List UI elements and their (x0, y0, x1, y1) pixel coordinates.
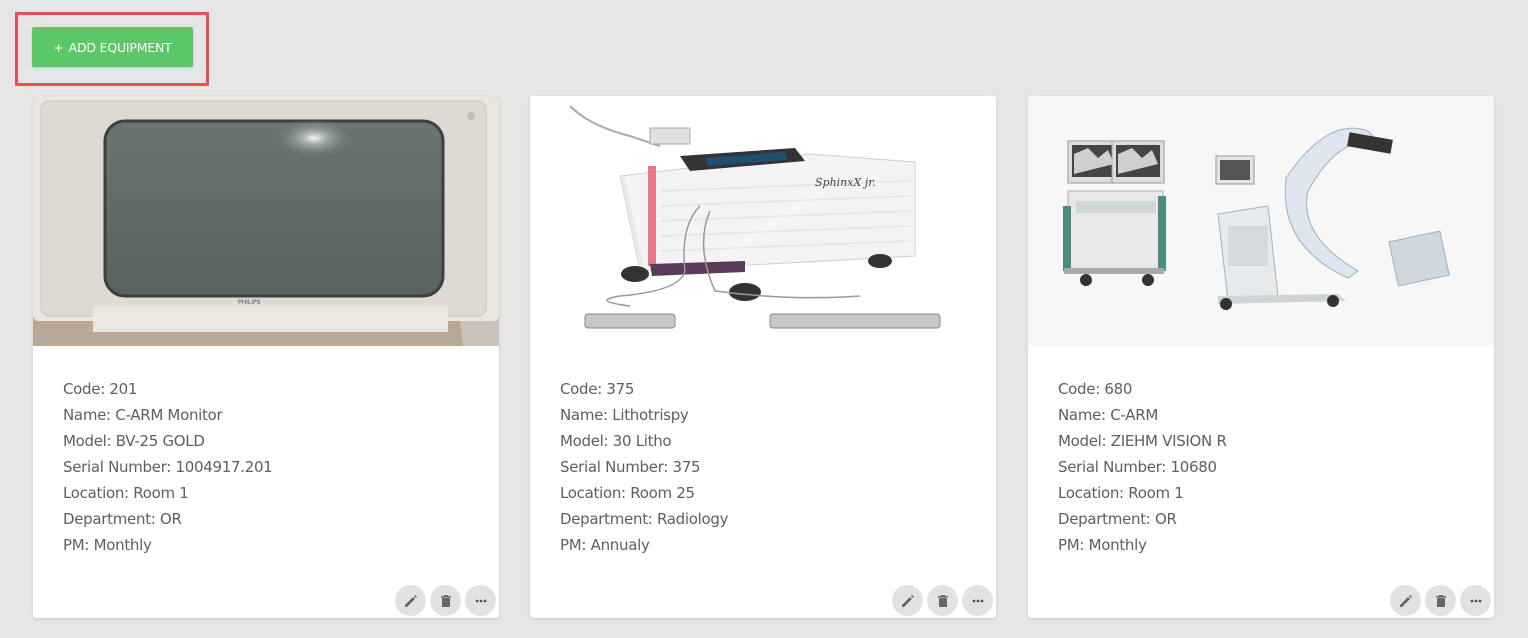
more-horizontal-icon (1470, 599, 1481, 602)
equipment-department: Department: Radiology (560, 510, 729, 528)
equipment-serial: Serial Number: 1004917.201 (63, 458, 273, 476)
pencil-icon (404, 594, 417, 607)
equipment-code: Code: 375 (560, 380, 635, 398)
equipment-code: Code: 201 (63, 380, 138, 398)
more-horizontal-icon (972, 599, 983, 602)
equipment-department: Department: OR (1058, 510, 1177, 528)
equipment-serial: Serial Number: 375 (560, 458, 701, 476)
equipment-name: Name: C-ARM Monitor (63, 406, 223, 424)
trash-icon (440, 594, 451, 607)
equipment-code: Code: 680 (1058, 380, 1133, 398)
c-arm-image (1028, 96, 1494, 346)
equipment-pm: PM: Annualy (560, 536, 650, 554)
equipment-card: Code: 680 Name: C-ARM Model: ZIEHM VISIO… (1028, 96, 1494, 618)
trash-icon (937, 594, 948, 607)
more-button[interactable] (962, 585, 993, 616)
equipment-image: SphinxX jr. (530, 96, 996, 346)
more-button[interactable] (1460, 585, 1491, 616)
equipment-model: Model: BV-25 GOLD (63, 432, 205, 450)
equipment-pm: PM: Monthly (1058, 536, 1147, 554)
equipment-location: Location: Room 1 (63, 484, 189, 502)
edit-button[interactable] (1390, 585, 1421, 616)
lithotripter-image: SphinxX jr. (530, 96, 996, 346)
equipment-name: Name: C-ARM (1058, 406, 1158, 424)
more-horizontal-icon (475, 599, 486, 602)
equipment-department: Department: OR (63, 510, 182, 528)
add-equipment-button[interactable]: + ADD EQUIPMENT (32, 27, 193, 67)
equipment-card: PHILIPS Code: 201 Name: C-ARM Monitor Mo… (33, 96, 499, 618)
more-button[interactable] (465, 585, 496, 616)
delete-button[interactable] (927, 585, 958, 616)
svg-text:SphinxX jr.: SphinxX jr. (815, 176, 876, 189)
equipment-name: Name: Lithotrispy (560, 406, 689, 424)
equipment-location: Location: Room 1 (1058, 484, 1184, 502)
add-equipment-label: ADD EQUIPMENT (68, 39, 172, 55)
edit-button[interactable] (395, 585, 426, 616)
crt-monitor-image: PHILIPS (33, 96, 499, 346)
equipment-image: PHILIPS (33, 96, 499, 346)
equipment-card: SphinxX jr. Code: 375 Name: Lithotrispy … (530, 96, 996, 618)
svg-text:PHILIPS: PHILIPS (238, 299, 261, 306)
delete-button[interactable] (1425, 585, 1456, 616)
equipment-pm: PM: Monthly (63, 536, 152, 554)
edit-button[interactable] (892, 585, 923, 616)
equipment-serial: Serial Number: 10680 (1058, 458, 1217, 476)
delete-button[interactable] (430, 585, 461, 616)
pencil-icon (901, 594, 914, 607)
equipment-model: Model: 30 Litho (560, 432, 672, 450)
equipment-location: Location: Room 25 (560, 484, 695, 502)
plus-icon: + (53, 39, 64, 55)
equipment-image (1028, 96, 1494, 346)
trash-icon (1435, 594, 1446, 607)
pencil-icon (1399, 594, 1412, 607)
equipment-model: Model: ZIEHM VISION R (1058, 432, 1227, 450)
